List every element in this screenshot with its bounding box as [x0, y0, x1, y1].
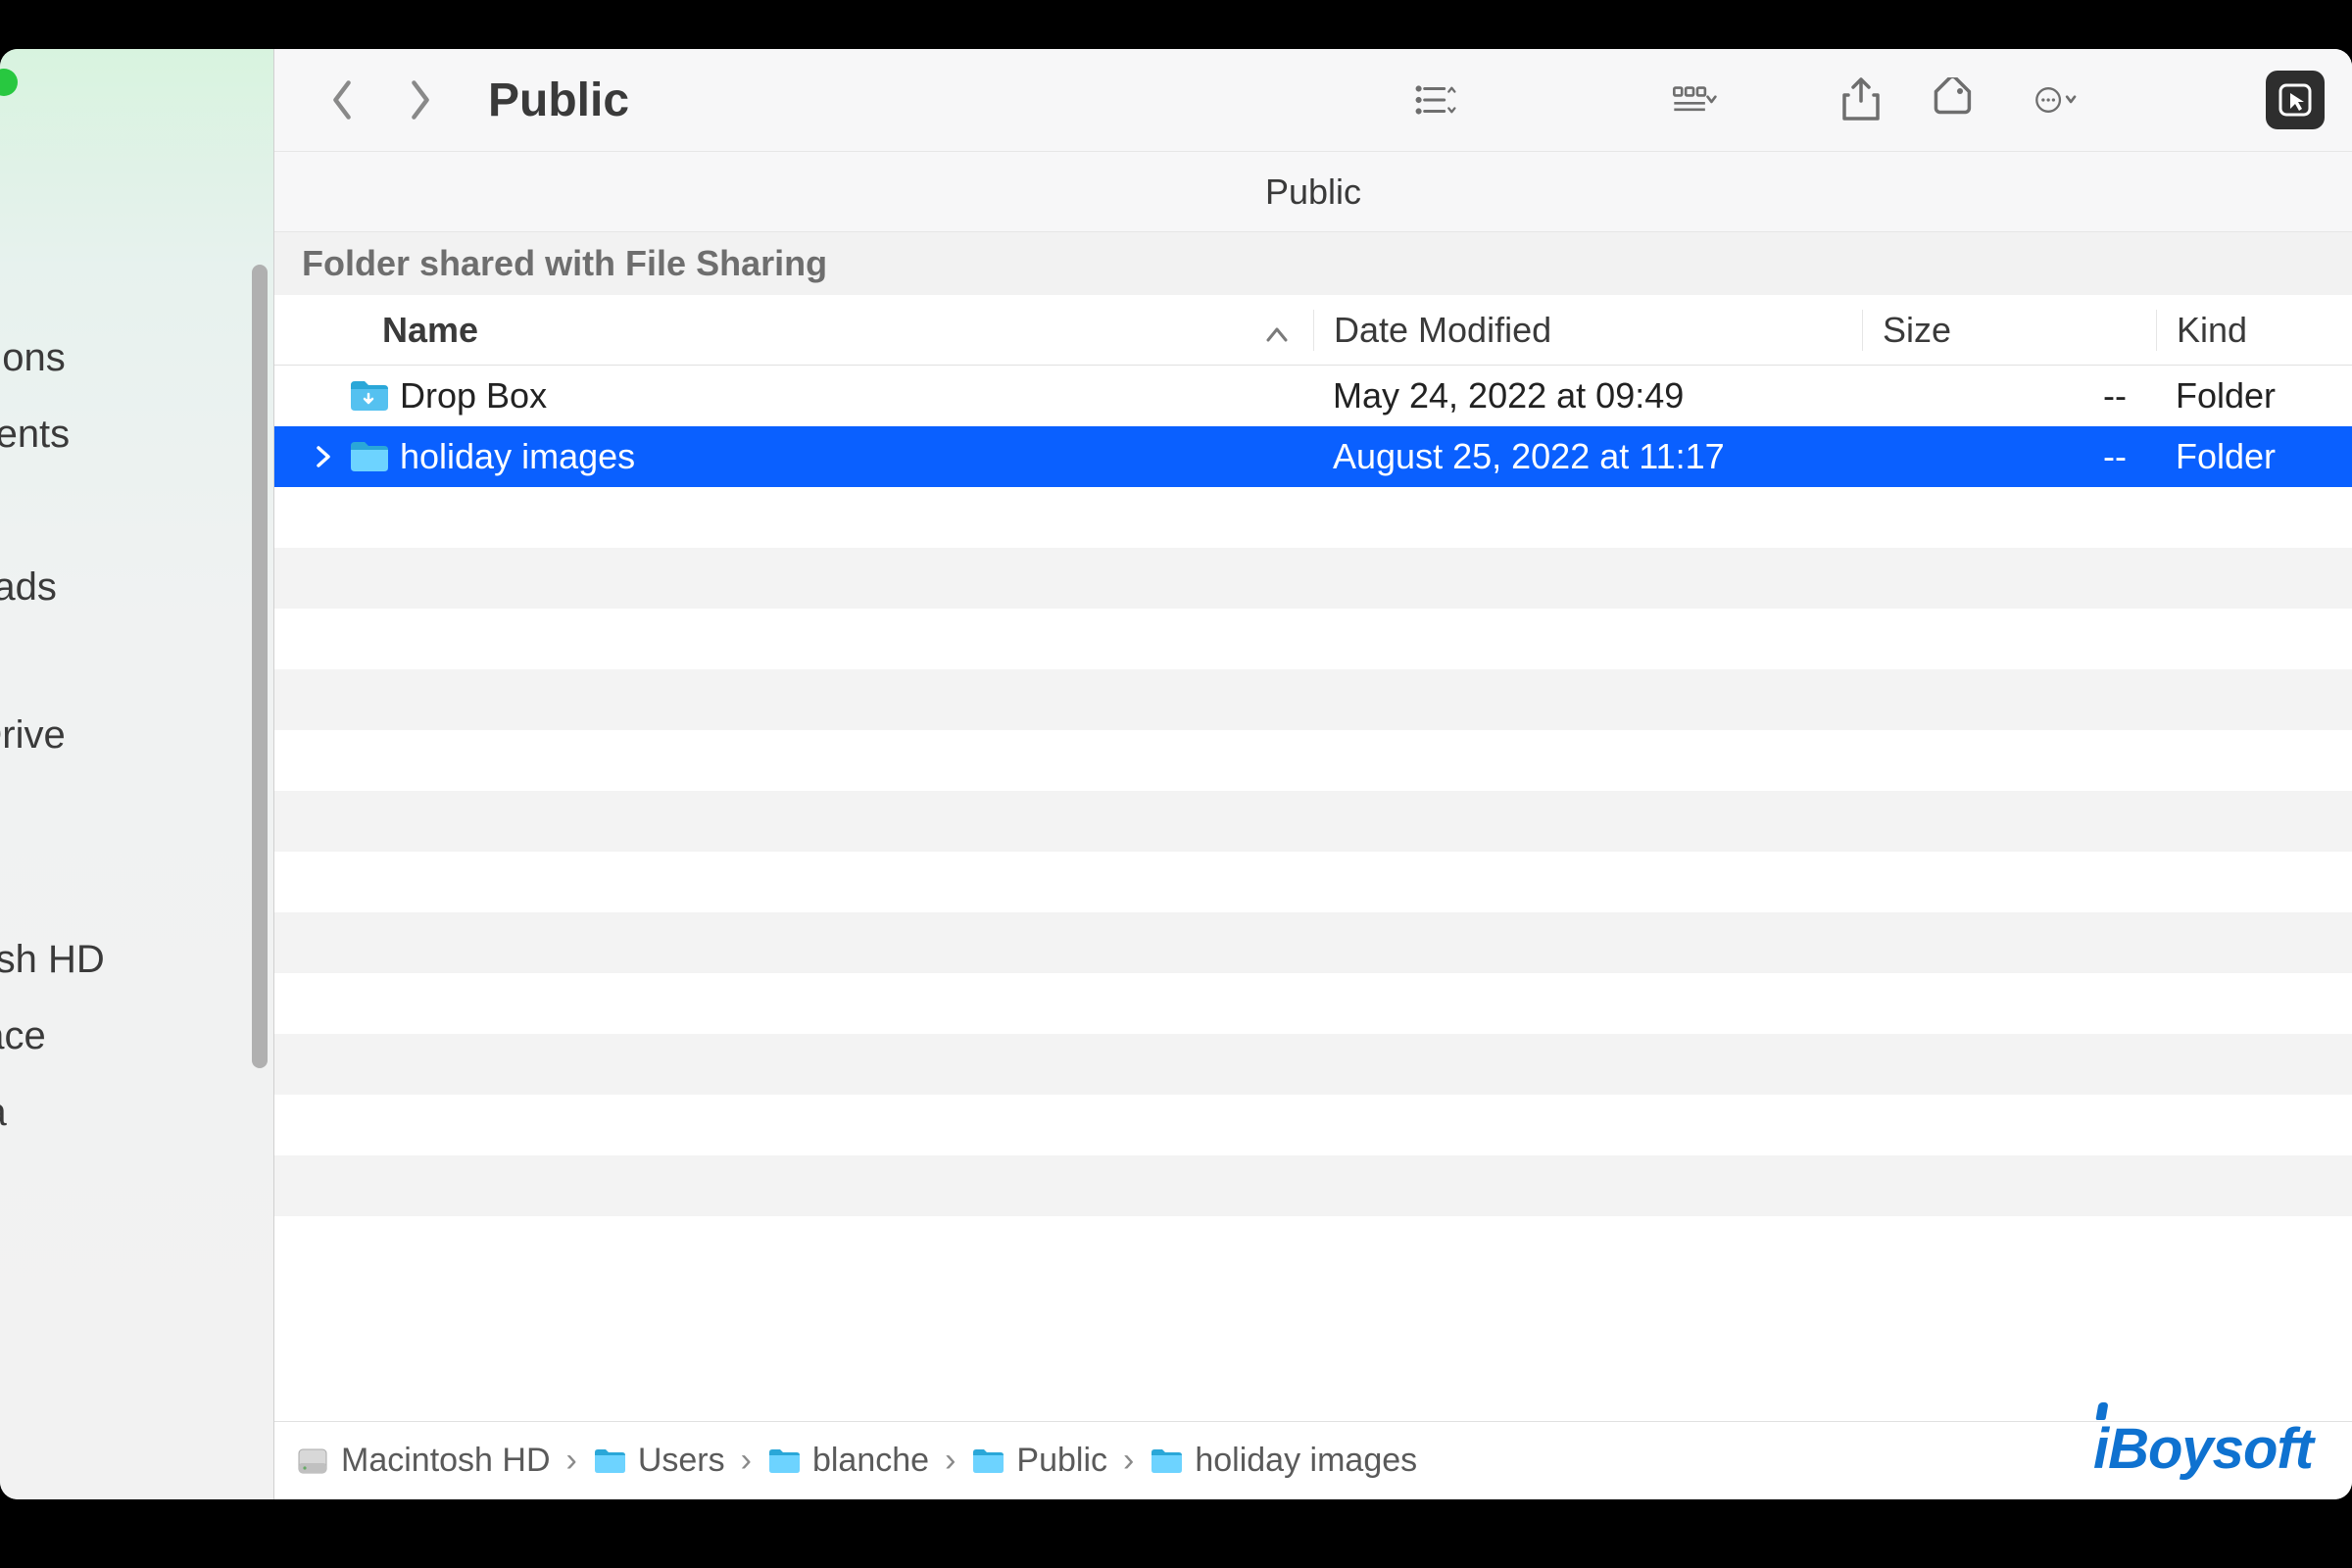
- sort-ascending-icon: [1266, 310, 1288, 351]
- tag-button[interactable]: [1917, 66, 1985, 134]
- maximize-dot-icon[interactable]: [0, 69, 18, 96]
- window-controls: [0, 69, 18, 101]
- view-list-button[interactable]: [1388, 66, 1486, 134]
- chevron-right-icon[interactable]: [310, 446, 337, 467]
- path-label: blanche: [812, 1442, 929, 1480]
- path-label: Public: [1016, 1442, 1107, 1480]
- column-date[interactable]: Date Modified: [1313, 310, 1862, 351]
- disk-icon: [296, 1445, 329, 1478]
- sidebar-item[interactable]: d Drive: [0, 713, 105, 758]
- path-label: Users: [638, 1442, 725, 1480]
- column-kind[interactable]: Kind: [2156, 310, 2352, 351]
- chevron-right-icon: ›: [735, 1442, 758, 1480]
- path-label: Macintosh HD: [341, 1442, 551, 1480]
- empty-row: [274, 487, 2352, 548]
- path-crumb[interactable]: Public: [971, 1442, 1107, 1480]
- sidebar-item[interactable]: space: [0, 1014, 105, 1058]
- group-button[interactable]: [1646, 66, 1744, 134]
- empty-row: [274, 548, 2352, 609]
- sidebar-item[interactable]: ork: [0, 1167, 105, 1211]
- share-button[interactable]: [1827, 66, 1895, 134]
- sharing-banner: Folder shared with File Sharing: [274, 232, 2352, 295]
- empty-row: [274, 669, 2352, 730]
- path-crumb[interactable]: Users: [593, 1442, 725, 1480]
- path-bar: Macintosh HD › Users › blanche › Public …: [274, 1421, 2352, 1499]
- file-date: May 24, 2022 at 09:49: [1313, 375, 1862, 416]
- finder-window: nts cations uments top nloads d Drive ed…: [0, 49, 2352, 1499]
- folder-icon: [593, 1447, 626, 1475]
- empty-row: [274, 730, 2352, 791]
- empty-row: [274, 1034, 2352, 1095]
- sidebar-item[interactable]: nda: [0, 1091, 105, 1135]
- folder-icon: [349, 440, 388, 473]
- empty-row: [274, 852, 2352, 912]
- sidebar-item[interactable]: ntosh HD: [0, 938, 105, 982]
- path-crumb[interactable]: holiday images: [1150, 1442, 1417, 1480]
- file-date: August 25, 2022 at 11:17: [1313, 436, 1862, 477]
- forward-button[interactable]: [392, 64, 449, 136]
- folder-icon: [1150, 1447, 1183, 1475]
- file-list: › Drop Box May 24, 2022 at 09:49 -- Fold…: [274, 366, 2352, 1421]
- sidebar-scrollbar[interactable]: [252, 265, 268, 1068]
- empty-row: [274, 791, 2352, 852]
- empty-row: [274, 1155, 2352, 1216]
- empty-row: [274, 1095, 2352, 1155]
- file-name: Drop Box: [400, 375, 547, 416]
- tab-title: Public: [274, 152, 2352, 232]
- folder-icon: [971, 1447, 1004, 1475]
- path-crumb[interactable]: Macintosh HD: [296, 1442, 551, 1480]
- file-size: --: [1862, 375, 2156, 416]
- cursor-indicator-icon: [2266, 71, 2325, 129]
- file-row[interactable]: › Drop Box May 24, 2022 at 09:49 -- Fold…: [274, 366, 2352, 426]
- main-area: Public: [274, 49, 2352, 1499]
- sidebar-item[interactable]: nts: [0, 260, 105, 304]
- sidebar: nts cations uments top nloads d Drive ed…: [0, 49, 274, 1499]
- sidebar-item[interactable]: uments: [0, 413, 105, 457]
- empty-row: [274, 609, 2352, 669]
- column-size[interactable]: Size: [1862, 310, 2156, 351]
- chevron-right-icon: ›: [1117, 1442, 1140, 1480]
- file-name: holiday images: [400, 436, 635, 477]
- sidebar-item[interactable]: cations: [0, 336, 105, 380]
- back-button[interactable]: [314, 64, 370, 136]
- dropbox-folder-icon: [349, 379, 388, 413]
- toolbar: Public: [274, 49, 2352, 152]
- file-row-selected[interactable]: holiday images August 25, 2022 at 11:17 …: [274, 426, 2352, 487]
- empty-row: [274, 973, 2352, 1034]
- path-crumb[interactable]: blanche: [767, 1442, 929, 1480]
- folder-icon: [767, 1447, 801, 1475]
- file-kind: Folder: [2156, 375, 2352, 416]
- file-size: --: [1862, 436, 2156, 477]
- sidebar-item[interactable]: nloads: [0, 565, 105, 610]
- column-name[interactable]: Name: [274, 310, 1313, 351]
- sidebar-item[interactable]: top: [0, 489, 105, 533]
- path-label: holiday images: [1195, 1442, 1417, 1480]
- action-button[interactable]: [2007, 66, 2105, 134]
- chevron-right-icon: ›: [939, 1442, 961, 1480]
- file-kind: Folder: [2156, 436, 2352, 477]
- window-title: Public: [488, 74, 629, 127]
- chevron-right-icon: ›: [561, 1442, 583, 1480]
- sidebar-item[interactable]: ed: [0, 790, 105, 834]
- watermark: iBoysoft: [2093, 1416, 2313, 1482]
- empty-row: [274, 912, 2352, 973]
- column-headers: Name Date Modified Size Kind: [274, 295, 2352, 366]
